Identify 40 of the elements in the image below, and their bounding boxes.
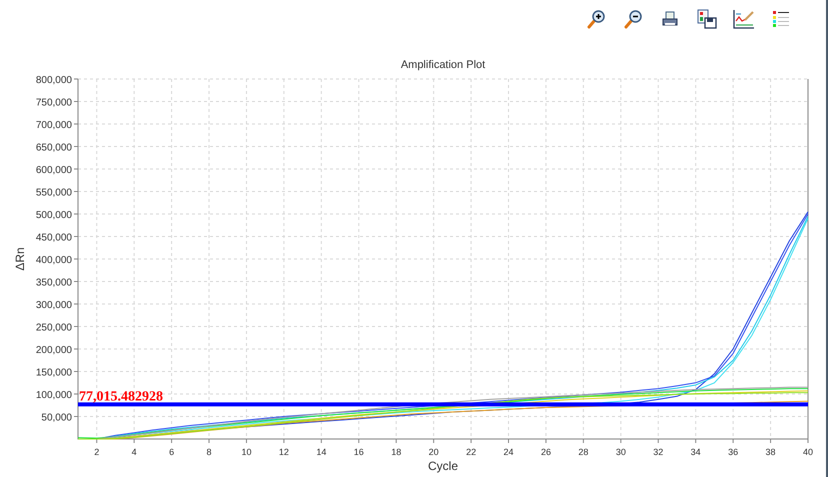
x-tick-label: 30: [616, 447, 626, 457]
y-tick-label: 800,000: [36, 75, 72, 86]
x-tick-label: 18: [391, 447, 402, 457]
x-tick-label: 38: [766, 447, 776, 457]
chart-title: Amplification Plot: [400, 59, 486, 71]
y-tick-label: 500,000: [36, 210, 72, 221]
y-tick-label: 50,000: [41, 412, 72, 424]
y-tick-label: 650,000: [36, 142, 72, 154]
y-tick-label: 150,000: [36, 368, 72, 378]
y-tick-label: 550,000: [36, 188, 72, 198]
x-tick-label: 12: [278, 447, 289, 457]
x-axis-title: Cycle: [428, 459, 458, 473]
x-tick-label: 2: [94, 447, 100, 457]
x-tick-label: 26: [540, 447, 551, 457]
y-axis-title: ΔRn: [13, 247, 27, 271]
threshold-value: 77,015.482928: [79, 389, 163, 404]
x-tick-label: 8: [206, 447, 212, 457]
y-tick-label: 700,000: [36, 120, 72, 131]
y-tick-label: 100,000: [36, 390, 72, 401]
x-tick-label: 28: [578, 447, 588, 457]
y-tick-label: 750,000: [36, 98, 72, 108]
x-tick-label: 24: [504, 447, 514, 457]
y-tick-label: 250,000: [36, 322, 72, 334]
x-tick-label: 6: [169, 447, 174, 457]
x-tick-label: 10: [241, 447, 252, 457]
y-tick-label: 300,000: [36, 300, 72, 311]
x-tick-label: 22: [466, 447, 476, 457]
x-tick-label: 4: [132, 447, 137, 457]
y-tick-label: 600,000: [36, 165, 72, 176]
y-tick-label: 200,000: [36, 345, 72, 356]
x-tick-label: 34: [690, 447, 701, 457]
x-tick-label: 40: [803, 447, 813, 457]
x-tick-label: 14: [316, 447, 326, 457]
y-tick-label: 350,000: [36, 278, 72, 288]
y-tick-label: 450,000: [36, 232, 72, 244]
x-tick-label: 32: [653, 447, 664, 457]
x-tick-label: 36: [728, 447, 738, 457]
y-tick-label: 400,000: [36, 255, 72, 266]
x-tick-label: 16: [354, 447, 364, 457]
x-tick-label: 20: [428, 447, 439, 457]
